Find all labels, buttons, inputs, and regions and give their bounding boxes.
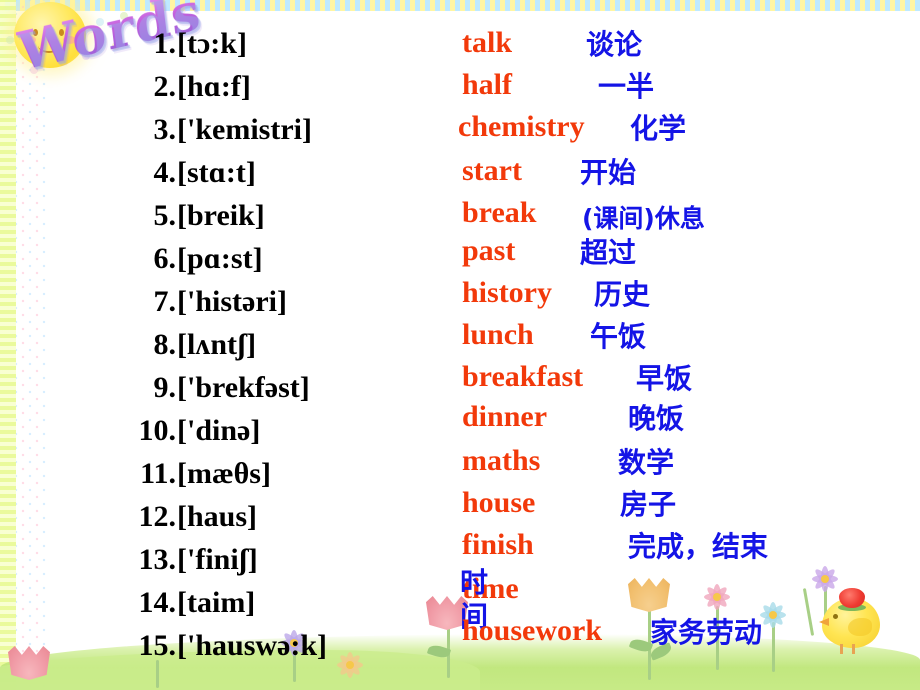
list-item: 3. ['kemistri] [0,108,420,151]
entry-word: start [462,154,522,187]
chick-wing [848,618,872,636]
daisy-flower-icon [704,584,730,610]
list-item: 2. [hɑ:f] [0,65,420,108]
list-item: 11. [mæθs] [0,452,420,495]
entry-meaning: (课间)休息 [582,204,705,233]
entry-meaning: 谈论 [586,28,643,61]
entry-phonetic: ['hauswə:k] [177,629,328,662]
entry-phonetic: [taim] [177,586,256,619]
entry-word: house [462,486,536,519]
entry-meaning: 化学 [630,112,687,145]
entry-word: housework [462,614,603,647]
entry-meaning: 家务劳动 [650,616,763,649]
list-item: 7. ['histəri] [0,280,420,323]
chick-eye [833,614,838,619]
entry-phonetic: ['histəri] [177,285,287,318]
list-item: 13. ['finiʃ] [0,538,420,581]
chick-leg [852,644,855,654]
entry-number: 1. [153,27,177,60]
list-item: 6. [pɑ:st] [0,237,420,280]
entry-meaning: 数学 [618,446,675,479]
entry-phonetic: ['dinə] [177,414,261,447]
entry-meaning: 开始 [580,156,637,189]
chick-leg [840,644,843,654]
entry-word: break [462,196,537,229]
list-item: 15. ['hauswə:k] [0,624,420,667]
list-item: 4. [stɑ:t] [0,151,420,194]
daisy-flower-icon [760,602,786,628]
entry-number: 13. [138,543,177,576]
flower-stem [772,622,775,672]
chick-icon [818,588,890,654]
entry-word: finish [462,528,534,561]
entry-phonetic: [mæθs] [177,457,271,490]
entry-meaning: 房子 [620,488,677,521]
entry-word: chemistry [458,110,585,143]
list-item: 8. [lʌntʃ] [0,323,420,366]
entry-phonetic: [pɑ:st] [177,242,263,275]
entry-number: 15. [138,629,177,662]
entry-number: 11. [140,457,176,490]
entry-phonetic: [tɔ:k] [177,27,247,60]
list-item: 10. ['dinə] [0,409,420,452]
entry-meaning: 历史 [594,278,651,311]
daisy-center [713,593,721,601]
entry-word: dinner [462,400,548,433]
entry-phonetic: [stɑ:t] [177,156,256,189]
entry-number: 10. [138,414,177,447]
entry-meaning: 午饭 [590,320,647,353]
list-item: 14. [taim] [0,581,420,624]
entry-meaning: 晚饭 [628,402,685,435]
flower-stem [802,588,814,636]
entry-phonetic: ['finiʃ] [177,543,258,576]
entry-number: 5. [153,199,177,232]
entry-word: lunch [462,318,534,351]
daisy-center [769,611,777,619]
tulip-flower-icon [628,578,670,612]
entry-number: 8. [153,328,177,361]
entry-meaning: 超过 [580,236,637,269]
entry-number: 9. [153,371,177,404]
entry-number: 12. [138,500,177,533]
entry-phonetic: [haus] [177,500,258,533]
entry-word: breakfast [462,360,584,393]
entry-phonetic: ['brekfəst] [177,371,310,404]
entry-word: maths [462,444,541,477]
entry-word: talk [462,26,513,59]
entry-number: 3. [153,113,177,146]
entry-number: 4. [153,156,177,189]
entry-number: 2. [153,70,177,103]
entry-phonetic: [hɑ:f] [177,70,251,103]
list-item: 9. ['brekfəst] [0,366,420,409]
entry-word: past [462,234,516,267]
entry-word: history [462,276,552,309]
entry-number: 6. [153,242,177,275]
entry-number: 14. [138,586,177,619]
daisy-center [821,575,829,583]
list-item: 12. [haus] [0,495,420,538]
entry-phonetic: ['kemistri] [177,113,312,146]
entry-meaning: 一半 [598,70,655,103]
strawberry-icon [839,588,865,608]
entry-word: half [462,68,513,101]
entry-phonetic: [breik] [177,199,265,232]
entry-phonetic: [lʌntʃ] [177,328,257,361]
entry-meaning: 完成，结束 [628,530,769,563]
list-item: 1. [tɔ:k] [0,22,420,65]
list-item: 5. [breik] [0,194,420,237]
entry-number: 7. [153,285,177,318]
slide-canvas: Words 1. [tɔ:k] 2. [hɑ:f] 3. ['kemistri]… [0,0,920,690]
phonetic-list: 1. [tɔ:k] 2. [hɑ:f] 3. ['kemistri] 4. [s… [0,22,420,667]
entry-meaning: 早饭 [636,362,693,395]
